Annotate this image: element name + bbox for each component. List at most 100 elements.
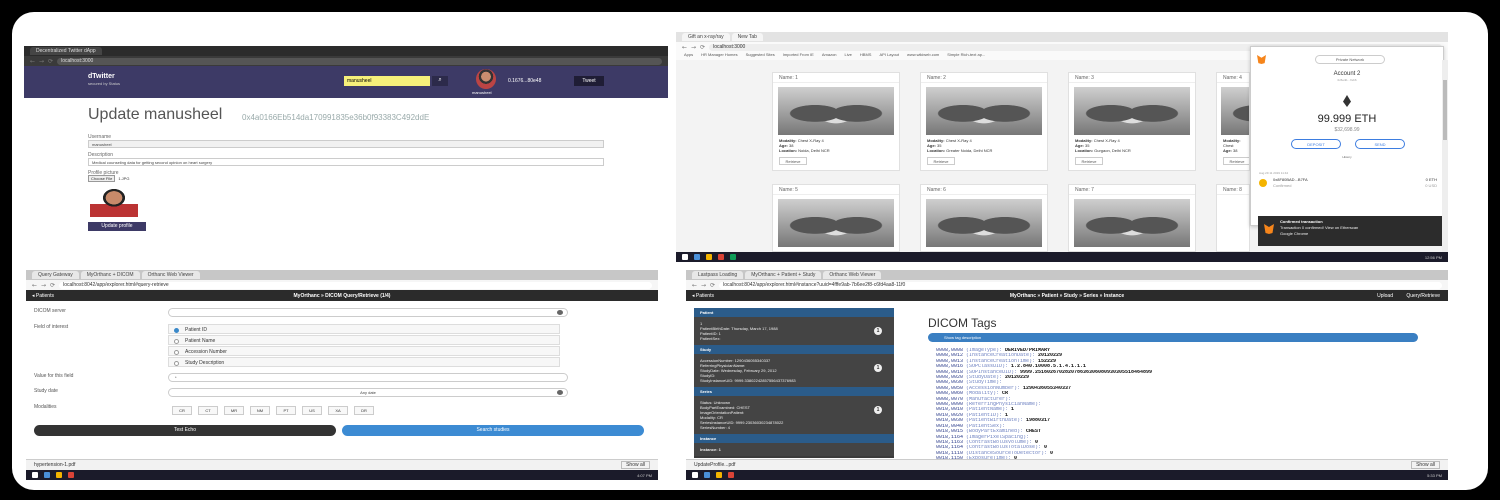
forward-icon[interactable]: → (701, 282, 706, 289)
chrome-icon[interactable] (718, 254, 724, 260)
query-retrieve-button[interactable]: Query/Retrieve (1406, 293, 1440, 299)
update-profile-button[interactable]: Update profile (88, 222, 146, 231)
start-icon[interactable] (32, 472, 38, 478)
upload-button[interactable]: Upload (1377, 293, 1393, 299)
modality-toggle-xa[interactable]: XA (328, 406, 348, 415)
search-studies-button[interactable]: Search studies (342, 425, 644, 436)
study-date-select[interactable]: Any date (168, 388, 568, 397)
bookmark[interactable]: Apps (684, 52, 693, 60)
bookmark[interactable]: Amazon (822, 52, 837, 60)
forward-icon[interactable]: → (41, 282, 46, 289)
url-input[interactable]: localhost:8042/app/explorer.html#query-r… (59, 281, 652, 289)
series-section[interactable]: Series Status: Unknown BodyPartExamined:… (694, 387, 894, 434)
retrieve-button[interactable]: Retrieve (1223, 157, 1249, 165)
retrieve-button[interactable]: Retrieve (1075, 157, 1103, 165)
folder-icon[interactable] (706, 254, 712, 260)
browser-tab[interactable]: MyOrthanc + Patient + Study (745, 271, 822, 279)
app-icon[interactable] (730, 254, 736, 260)
browser-tab[interactable]: Gift an x-ray/ray (682, 33, 730, 41)
patient-section[interactable]: Patient 1 PatientBirthDate: Thursday, Ma… (694, 308, 894, 345)
test-echo-button[interactable]: Test Echo (34, 425, 336, 436)
notification-toast[interactable]: Confirmed transaction Transaction 0 conf… (1258, 216, 1444, 246)
folder-icon[interactable] (56, 472, 62, 478)
instance-section[interactable]: Instance Instance: 1 (694, 434, 894, 456)
choose-file-button[interactable]: Choose File (88, 175, 116, 182)
scrollbar[interactable] (1442, 60, 1448, 252)
xray-image[interactable] (926, 199, 1042, 247)
browser-tab[interactable]: Orthanc Web Viewer (823, 271, 882, 279)
browser-tab[interactable]: Decentralized Twitter dApp (30, 47, 102, 55)
explorer-icon[interactable] (44, 472, 50, 478)
account-balance-dropdown[interactable]: 0.1676...80e48 (508, 78, 541, 84)
study-section[interactable]: Study AccessionNumber: 1290436055340337 … (694, 345, 894, 387)
avatar[interactable] (476, 69, 496, 89)
bookmark[interactable]: API Layout (879, 52, 899, 60)
username-field[interactable]: manusheel (88, 140, 604, 148)
radio-patient-name[interactable]: Patient Name (168, 335, 560, 345)
radio-accession-number[interactable]: Accession Number (168, 346, 560, 356)
network-selector[interactable]: Private Network (1315, 55, 1385, 64)
xray-image[interactable] (1221, 87, 1249, 135)
chrome-icon[interactable] (728, 472, 734, 478)
xray-image[interactable] (778, 199, 894, 247)
modality-toggle-pt[interactable]: PT (276, 406, 296, 415)
retrieve-button[interactable]: Retrieve (779, 157, 807, 165)
xray-image[interactable] (778, 87, 894, 135)
search-input[interactable]: manusheel (344, 76, 430, 86)
brand-logo[interactable]: dTwitter (88, 73, 115, 80)
browser-tab[interactable]: MyOrthanc + DICOM (80, 271, 140, 279)
modality-toggle-ct[interactable]: CT (198, 406, 218, 415)
forward-icon[interactable]: → (39, 58, 44, 65)
modality-toggle-nm[interactable]: NM (250, 406, 270, 415)
radio-patient-id[interactable]: Patient ID (168, 324, 560, 334)
back-icon[interactable]: ← (32, 282, 37, 289)
xray-image[interactable] (926, 87, 1042, 135)
bookmark[interactable]: Simple Rich-text ap... (947, 52, 985, 60)
modality-toggle-mr[interactable]: MR (224, 406, 244, 415)
bookmark[interactable]: Imported From IE (783, 52, 814, 60)
forward-icon[interactable]: → (691, 44, 696, 51)
send-button[interactable]: SEND (1355, 139, 1405, 149)
modality-toggle-cr[interactable]: CR (172, 406, 192, 415)
back-icon[interactable]: ← (682, 44, 687, 51)
bookmark[interactable]: Suggested Sites (746, 52, 775, 60)
explorer-icon[interactable] (704, 472, 710, 478)
browser-tab[interactable]: New Tab (731, 33, 763, 41)
description-field[interactable]: Medical counseling data for getting seco… (88, 158, 604, 166)
deposit-button[interactable]: DEPOSIT (1291, 139, 1341, 149)
xray-image[interactable] (1074, 87, 1190, 135)
back-icon[interactable]: ← (692, 282, 697, 289)
tweet-button[interactable]: Tweet (574, 76, 604, 86)
modality-toggle-dr[interactable]: DR (354, 406, 374, 415)
account-name[interactable]: Account 2 (1251, 71, 1443, 77)
show-all-button[interactable]: Show all (1411, 461, 1440, 469)
show-tag-description-button[interactable]: Show tag description (928, 333, 1418, 342)
reload-icon[interactable]: ⟳ (700, 44, 705, 51)
url-input[interactable]: localhost:3000 (57, 57, 662, 65)
download-item[interactable]: hypertension-1.pdf (34, 462, 75, 468)
explorer-icon[interactable] (694, 254, 700, 260)
start-icon[interactable] (692, 472, 698, 478)
modality-toggle-us[interactable]: US (302, 406, 322, 415)
reload-icon[interactable]: ⟳ (48, 58, 53, 65)
download-item[interactable]: UpdateProfile...pdf (694, 462, 735, 468)
transaction-row[interactable]: 0x8F80BAD...B7FA Confirmed 0 ETH 0 USD (1259, 177, 1437, 193)
bookmark[interactable]: HBMS (860, 52, 872, 60)
browser-tab[interactable]: Query Gateway (32, 271, 79, 279)
reload-icon[interactable]: ⟳ (50, 282, 55, 289)
bookmark[interactable]: HR Manager Homes (701, 52, 737, 60)
dicom-server-select[interactable] (168, 308, 568, 317)
folder-icon[interactable] (716, 472, 722, 478)
xray-image[interactable] (1074, 199, 1190, 247)
bookmark[interactable]: Live (845, 52, 852, 60)
reload-icon[interactable]: ⟳ (710, 282, 715, 289)
radio-study-description[interactable]: Study Description (168, 357, 560, 367)
url-input[interactable]: localhost:8042/app/explorer.html#instanc… (719, 281, 1442, 289)
browser-tab[interactable]: Orthanc Web Viewer (141, 271, 200, 279)
bookmark[interactable]: www.wikiweb.com (907, 52, 939, 60)
show-all-button[interactable]: Show all (621, 461, 650, 469)
account-address[interactable]: 0x5e4b...7eb6 (1251, 78, 1443, 82)
browser-tab[interactable]: Lastpass Loading (692, 271, 744, 279)
chrome-icon[interactable] (68, 472, 74, 478)
retrieve-button[interactable]: Retrieve (927, 157, 955, 165)
